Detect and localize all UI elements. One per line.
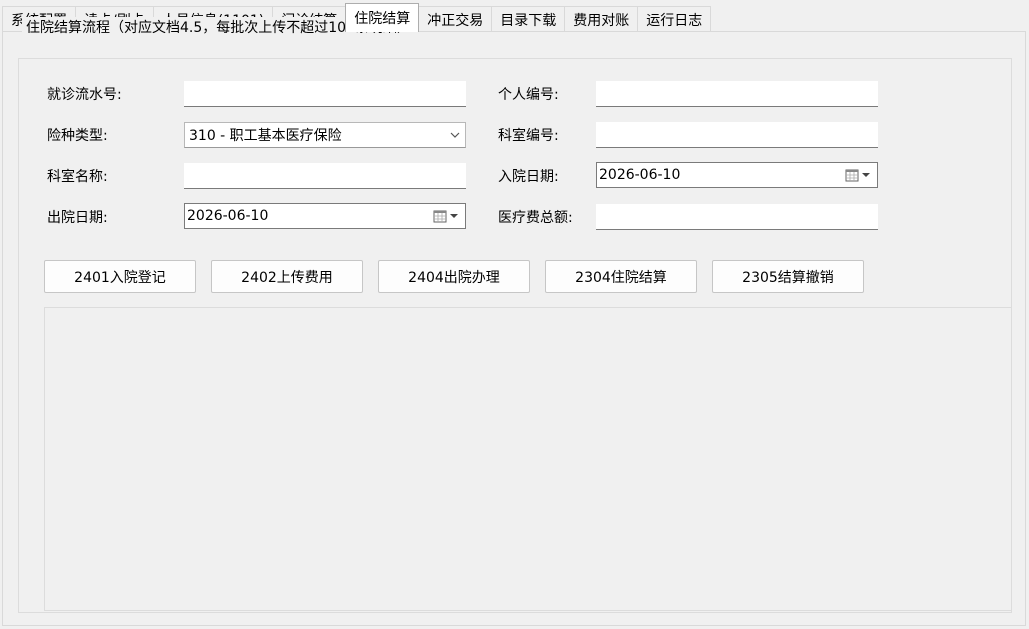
chevron-down-icon <box>862 173 870 177</box>
admit-date-value: 2026-06-10 <box>599 167 681 183</box>
tab-fee-reconciliation[interactable]: 费用对账 <box>564 6 639 32</box>
tab-inpatient-settlement[interactable]: 住院结算 <box>345 3 420 32</box>
visit-serial-label: 就诊流水号: <box>47 87 122 103</box>
dept-name-label: 科室名称: <box>47 169 108 185</box>
insurance-type-value: 310 - 职工基本医疗保险 <box>189 128 342 144</box>
calendar-icon <box>433 210 447 223</box>
tab-run-log[interactable]: 运行日志 <box>637 6 712 32</box>
admit-register-button[interactable]: 2401入院登记 <box>44 260 196 293</box>
visit-serial-input[interactable] <box>184 81 466 107</box>
total-fee-input[interactable] <box>596 204 878 230</box>
dept-code-input[interactable] <box>596 122 878 148</box>
admit-date-dropdown[interactable] <box>845 168 871 182</box>
insurance-type-label: 险种类型: <box>47 128 108 144</box>
dept-code-label: 科室编号: <box>498 128 559 144</box>
tab-reversal[interactable]: 冲正交易 <box>418 6 493 32</box>
discharge-date-picker[interactable]: 2026-06-10 <box>184 203 466 229</box>
inpatient-settle-button[interactable]: 2304住院结算 <box>545 260 697 293</box>
discharge-date-value: 2026-06-10 <box>187 208 269 224</box>
result-grid[interactable] <box>44 307 1012 611</box>
calendar-icon <box>845 169 859 182</box>
person-id-input[interactable] <box>596 81 878 107</box>
person-id-label: 个人编号: <box>498 87 559 103</box>
tab-catalog-download[interactable]: 目录下载 <box>491 6 566 32</box>
discharge-date-dropdown[interactable] <box>433 209 459 223</box>
total-fee-label: 医疗费总额: <box>498 210 573 226</box>
insurance-type-select[interactable]: 310 - 职工基本医疗保险 <box>184 122 466 148</box>
chevron-down-icon[interactable] <box>449 130 461 140</box>
dept-name-input[interactable] <box>184 163 466 189</box>
upload-fee-button[interactable]: 2402上传费用 <box>211 260 363 293</box>
admit-date-label: 入院日期: <box>498 169 559 185</box>
chevron-down-icon <box>450 214 458 218</box>
discharge-button[interactable]: 2404出院办理 <box>378 260 530 293</box>
admit-date-picker[interactable]: 2026-06-10 <box>596 162 878 188</box>
cancel-settlement-button[interactable]: 2305结算撤销 <box>712 260 864 293</box>
discharge-date-label: 出院日期: <box>47 210 108 226</box>
